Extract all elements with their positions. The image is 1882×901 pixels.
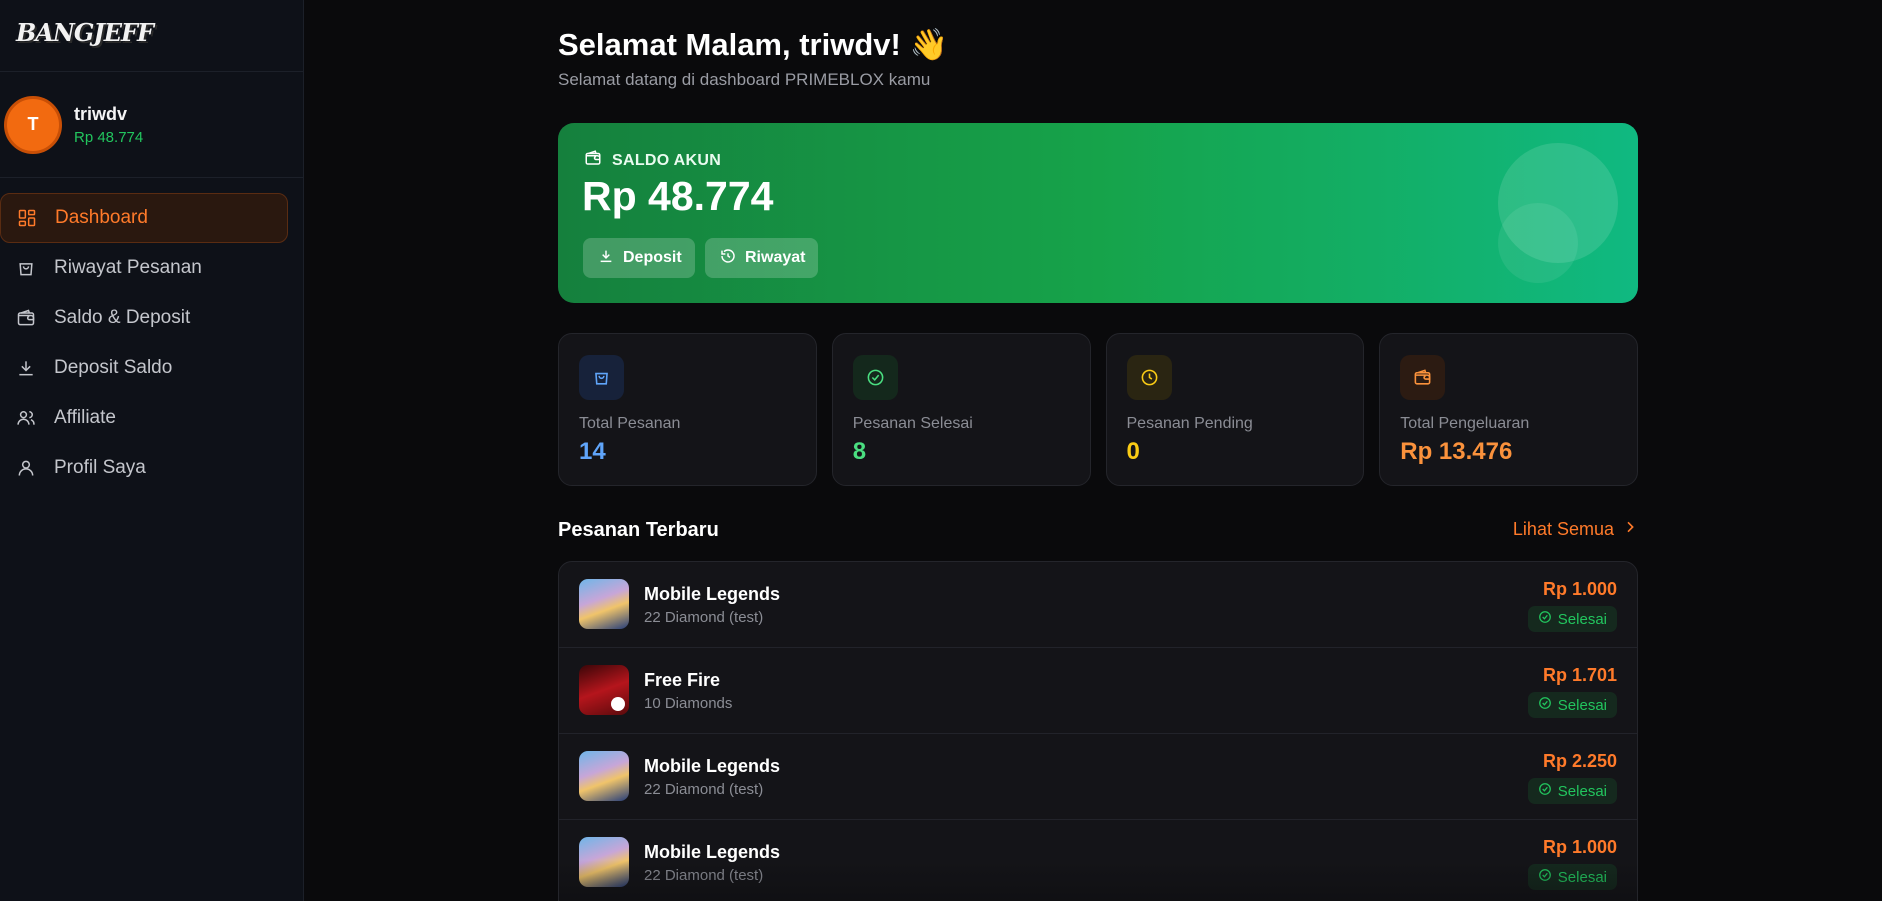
status-text: Selesai [1557,696,1607,714]
balance-amount: Rp 48.774 [582,173,774,219]
user-icon [16,458,36,478]
order-game: Mobile Legends [644,584,781,604]
logo-area: BANGJEFF [0,0,303,72]
decorative-circle [1498,203,1578,283]
status-text: Selesai [1557,782,1607,800]
history-button[interactable]: Riwayat [705,238,818,278]
users-icon [16,408,36,428]
deposit-button-label: Deposit [623,249,682,266]
sidebar-nav: Dashboard Riwayat Pesanan Saldo & Deposi… [0,178,303,493]
download-icon [16,358,36,378]
recent-orders-title: Pesanan Terbaru [558,519,719,541]
wallet-icon [16,308,36,328]
status-badge: Selesai [1527,864,1617,890]
clock-icon [1126,355,1172,400]
sidebar: BANGJEFF T triwdv Rp 48.774 Dashboard Ri… [0,0,304,901]
order-item: 22 Diamond (test) [644,609,764,626]
order-price: Rp 1.000 [1542,837,1617,857]
order-price: Rp 1.000 [1542,579,1617,599]
stat-card-total-pesanan[interactable]: Total Pesanan 14 [558,333,817,486]
download-icon [598,248,623,269]
status-badge: Selesai [1527,692,1617,718]
stat-value: Rp 13.476 [1400,438,1513,465]
order-game: Mobile Legends [644,756,781,776]
status-text: Selesai [1557,868,1607,886]
order-game: Mobile Legends [644,842,781,862]
free-fire-logo-icon [611,697,625,711]
stat-label: Total Pengeluaran [1400,415,1530,432]
user-profile-card: T triwdv Rp 48.774 [0,72,303,178]
free-fire-thumbnail [579,665,629,715]
order-price: Rp 2.250 [1542,751,1617,771]
sidebar-item-saldo-deposit[interactable]: Saldo & Deposit [0,293,288,343]
order-price: Rp 1.701 [1542,665,1617,685]
balance-label: SALDO AKUN [584,149,721,172]
sidebar-item-affiliate[interactable]: Affiliate [0,393,288,443]
status-text: Selesai [1557,610,1607,628]
sidebar-item-dashboard[interactable]: Dashboard [0,193,288,243]
sidebar-item-label: Saldo & Deposit [54,307,191,328]
user-balance: Rp 48.774 [74,128,144,146]
stat-card-total-pengeluaran[interactable]: Total Pengeluaran Rp 13.476 [1379,333,1638,486]
sidebar-item-deposit-saldo[interactable]: Deposit Saldo [0,343,288,393]
mobile-legends-thumbnail [579,579,629,629]
list-item[interactable]: Mobile Legends 22 Diamond (test) Rp 1.00… [559,562,1637,648]
stat-value: 14 [579,438,606,465]
history-icon [720,248,745,269]
chevron-right-icon [1614,519,1638,540]
sidebar-item-riwayat-pesanan[interactable]: Riwayat Pesanan [0,243,288,293]
order-item: 22 Diamond (test) [644,781,764,798]
balance-label-text: SALDO AKUN [612,151,722,169]
check-circle-icon [852,355,898,400]
see-all-label: Lihat Semua [1512,519,1614,539]
list-item[interactable]: Mobile Legends 22 Diamond (test) Rp 1.00… [559,820,1637,901]
wallet-icon [1400,355,1446,400]
list-item[interactable]: Mobile Legends 22 Diamond (test) Rp 2.25… [559,734,1637,820]
sidebar-item-profil-saya[interactable]: Profil Saya [0,443,288,493]
see-all-link[interactable]: Lihat Semua [1513,519,1638,540]
mobile-legends-thumbnail [579,751,629,801]
sidebar-item-label: Affiliate [54,407,116,428]
check-circle-icon [1538,868,1558,886]
check-circle-icon [1538,610,1558,628]
stat-card-pesanan-selesai[interactable]: Pesanan Selesai 8 [831,333,1091,486]
stat-value: 0 [1126,438,1140,465]
stat-label: Total Pesanan [579,415,681,432]
sidebar-item-label: Dashboard [55,207,148,228]
recent-orders-list: Mobile Legends 22 Diamond (test) Rp 1.00… [558,561,1638,901]
stat-label: Pesanan Pending [1126,415,1253,432]
list-item[interactable]: Free Fire 10 Diamonds Rp 1.701 Selesai [559,648,1637,734]
dashboard-icon [17,208,37,228]
page-subtitle: Selamat datang di dashboard PRIMEBLOX ka… [558,70,931,89]
status-badge: Selesai [1527,606,1617,632]
shopping-bag-icon [16,258,36,278]
stats-row: Total Pesanan 14 Pesanan Selesai 8 Pesan… [558,333,1638,486]
sidebar-item-label: Deposit Saldo [54,357,173,378]
history-button-label: Riwayat [745,249,806,266]
page-title: Selamat Malam, triwdv! 👋 [558,27,949,62]
sidebar-item-label: Profil Saya [54,457,146,478]
check-circle-icon [1538,782,1558,800]
mobile-legends-thumbnail [579,837,629,887]
bag-icon [579,355,624,400]
order-game: Free Fire [644,670,721,690]
stat-label: Pesanan Selesai [852,415,973,432]
order-item: 10 Diamonds [644,695,733,712]
balance-card: SALDO AKUN Rp 48.774 Deposit Riwayat [558,123,1638,303]
user-name: triwdv [74,103,128,124]
status-badge: Selesai [1527,778,1617,804]
stat-value: 8 [852,438,867,465]
sidebar-item-label: Riwayat Pesanan [54,257,202,278]
brand-logo[interactable]: BANGJEFF [16,18,287,47]
order-item: 22 Diamond (test) [644,867,764,884]
wallet-icon [584,149,612,172]
check-circle-icon [1538,696,1558,714]
avatar[interactable]: T [4,95,62,154]
stat-card-pesanan-pending[interactable]: Pesanan Pending 0 [1105,333,1365,486]
deposit-button[interactable]: Deposit [583,238,695,278]
